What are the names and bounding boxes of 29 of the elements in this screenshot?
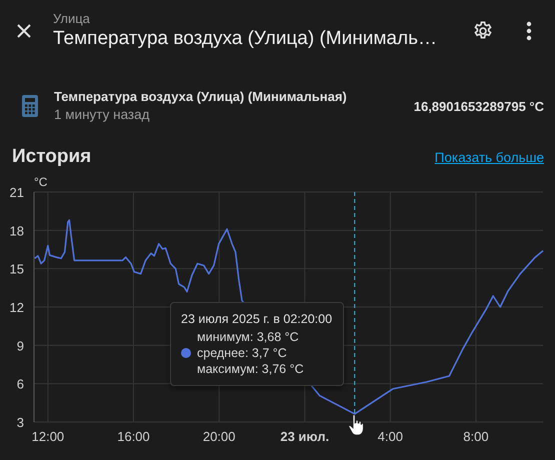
calculator-icon xyxy=(22,95,38,117)
x-tick-label: 4:00 xyxy=(378,429,403,444)
tooltip-value: среднее: 3,7 °C xyxy=(197,346,287,360)
x-tick-label: 20:00 xyxy=(202,429,236,444)
y-tick-label: 18 xyxy=(10,223,24,238)
last-updated: 1 минуту назад xyxy=(54,106,150,124)
tooltip-title: 23 июля 2025 г. в 02:20:00 xyxy=(181,312,332,326)
x-tick-label: 8:00 xyxy=(463,429,489,444)
hand-cursor-icon xyxy=(348,414,364,436)
area-label: Улица xyxy=(53,11,90,27)
tooltip-value: максимум: 3,76 °C xyxy=(197,362,304,376)
entity-name: Температура воздуха (Улица) (Минимальная) xyxy=(54,88,347,106)
y-tick-label: 6 xyxy=(16,376,24,392)
history-heading: История xyxy=(12,146,92,168)
entity-value: 16,8901653289795 °C xyxy=(414,98,544,114)
y-axis-unit: °C xyxy=(34,175,48,189)
x-tick-label: 23 июл. xyxy=(280,429,330,444)
y-tick-label: 15 xyxy=(10,262,24,277)
show-more-link[interactable]: Показать больше xyxy=(434,150,544,164)
y-tick-label: 21 xyxy=(10,185,24,200)
y-tick-label: 12 xyxy=(10,300,24,315)
tooltip-value: минимум: 3,68 °C xyxy=(197,330,299,344)
x-tick-label: 16:00 xyxy=(117,429,150,444)
x-tick-label: 12:00 xyxy=(32,429,64,444)
y-tick-label: 9 xyxy=(16,338,24,354)
more-icon xyxy=(526,21,532,41)
close-icon xyxy=(16,23,32,39)
y-tick-label: 3 xyxy=(16,415,24,430)
dialog-title: Температура воздуха (Улица) (Минималь… xyxy=(53,27,437,51)
